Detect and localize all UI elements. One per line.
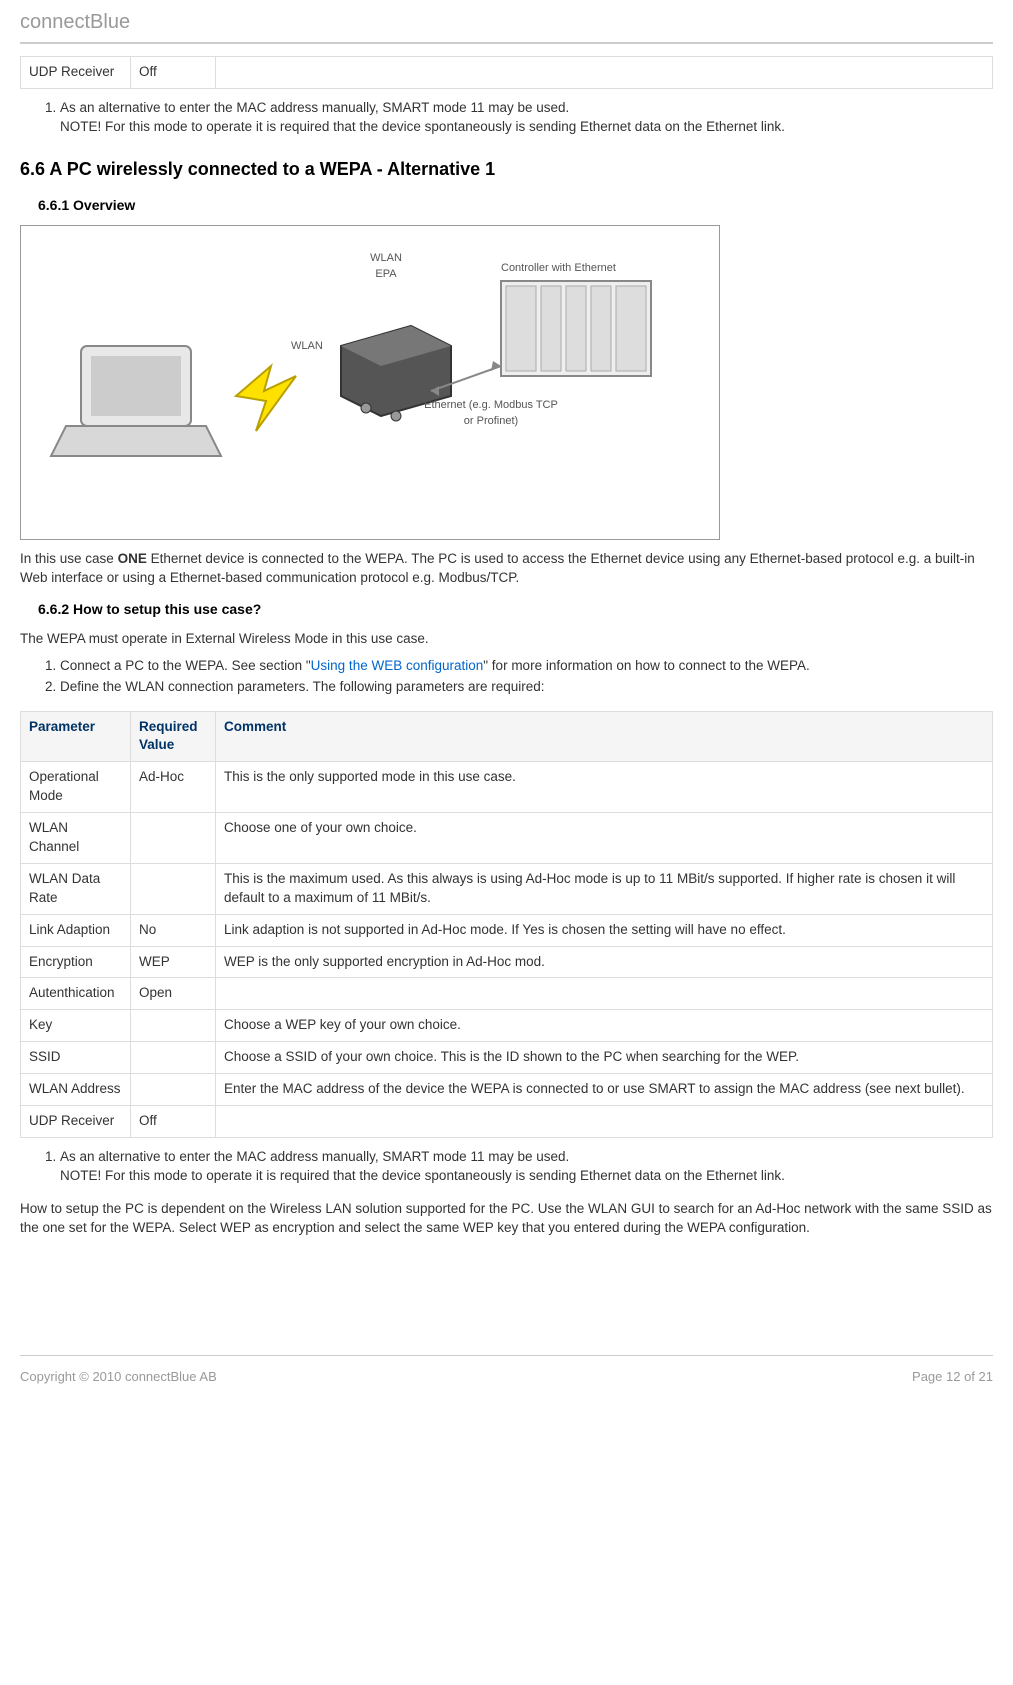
table-row: Operational ModeAd-HocThis is the only s… xyxy=(21,762,993,813)
cell-param: WLAN Address xyxy=(21,1074,131,1106)
cell-comment xyxy=(216,978,993,1010)
cell-req xyxy=(131,1042,216,1074)
overview-bold: ONE xyxy=(118,551,147,566)
pc-setup-text: How to setup the PC is dependent on the … xyxy=(20,1200,993,1238)
cell-req: No xyxy=(131,914,216,946)
overview-pre: In this use case xyxy=(20,551,118,566)
label-controller: Controller with Ethernet xyxy=(501,261,616,276)
list-item: As an alternative to enter the MAC addre… xyxy=(60,1148,993,1186)
cell-req xyxy=(131,1074,216,1106)
table-row: EncryptionWEPWEP is the only supported e… xyxy=(21,946,993,978)
header-comment: Comment xyxy=(216,711,993,762)
howto-intro: The WEPA must operate in External Wirele… xyxy=(20,630,993,649)
label-wlan: WLAN xyxy=(291,339,323,354)
overview-title: 6.6.1 Overview xyxy=(38,196,993,216)
note-list-1: As an alternative to enter the MAC addre… xyxy=(40,99,993,137)
page-header: connectBlue xyxy=(20,0,993,42)
cell-req: Open xyxy=(131,978,216,1010)
cell-req: WEP xyxy=(131,946,216,978)
header-param: Parameter xyxy=(21,711,131,762)
cell-param: WLAN Channel xyxy=(21,813,131,864)
cell-param: Encryption xyxy=(21,946,131,978)
header-divider xyxy=(20,42,993,44)
cell-param: SSID xyxy=(21,1042,131,1074)
list-item: Define the WLAN connection parameters. T… xyxy=(60,678,993,697)
cell-param: WLAN Data Rate xyxy=(21,863,131,914)
howto-steps: Connect a PC to the WEPA. See section "U… xyxy=(40,657,993,697)
cell-comment xyxy=(216,57,993,89)
cell-comment: Enter the MAC address of the device the … xyxy=(216,1074,993,1106)
note-line2: NOTE! For this mode to operate it is req… xyxy=(60,119,785,134)
table-row: SSID Choose a SSID of your own choice. Th… xyxy=(21,1042,993,1074)
overview-diagram: WLAN EPA WLAN Controller with Ethernet E… xyxy=(20,225,720,540)
note-line1: As an alternative to enter the MAC addre… xyxy=(60,100,569,115)
table-row: UDP Receiver Off xyxy=(21,57,993,89)
note-line1: As an alternative to enter the MAC addre… xyxy=(60,1149,569,1164)
cell-comment: Choose a WEP key of your own choice. xyxy=(216,1010,993,1042)
cell-req: Off xyxy=(131,57,216,89)
cell-comment: WEP is the only supported encryption in … xyxy=(216,946,993,978)
header-req: Required Value xyxy=(131,711,216,762)
section-6-6-title: 6.6 A PC wirelessly connected to a WEPA … xyxy=(20,157,993,182)
footer-page: Page 12 of 21 xyxy=(912,1368,993,1386)
cell-req: Ad-Hoc xyxy=(131,762,216,813)
label-wlan-epa: WLAN EPA xyxy=(356,251,416,282)
table-header-row: Parameter Required Value Comment xyxy=(21,711,993,762)
table-row: WLAN Data Rate This is the maximum used. … xyxy=(21,863,993,914)
cell-req xyxy=(131,863,216,914)
step-post: " for more information on how to connect… xyxy=(483,658,809,673)
overview-text: In this use case ONE Ethernet device is … xyxy=(20,550,993,588)
cell-param: UDP Receiver xyxy=(21,57,131,89)
cell-comment xyxy=(216,1105,993,1137)
web-config-link[interactable]: Using the WEB configuration xyxy=(311,658,484,673)
table-row: WLAN Channel Choose one of your own choic… xyxy=(21,813,993,864)
table-row: Key Choose a WEP key of your own choice. xyxy=(21,1010,993,1042)
step-pre: Connect a PC to the WEPA. See section " xyxy=(60,658,311,673)
cell-param: Link Adaption xyxy=(21,914,131,946)
cell-req xyxy=(131,1010,216,1042)
cell-req xyxy=(131,813,216,864)
page-footer: Copyright © 2010 connectBlue AB Page 12 … xyxy=(20,1364,993,1402)
cell-comment: This is the only supported mode in this … xyxy=(216,762,993,813)
cell-req: Off xyxy=(131,1105,216,1137)
label-ethernet: Ethernet (e.g. Modbus TCP or Profinet) xyxy=(416,398,566,429)
note-list-2: As an alternative to enter the MAC addre… xyxy=(40,1148,993,1186)
list-item: As an alternative to enter the MAC addre… xyxy=(60,99,993,137)
cell-comment: Link adaption is not supported in Ad-Hoc… xyxy=(216,914,993,946)
table-row: WLAN Address Enter the MAC address of the… xyxy=(21,1074,993,1106)
table-row: Link AdaptionNoLink adaption is not supp… xyxy=(21,914,993,946)
udp-receiver-table: UDP Receiver Off xyxy=(20,56,993,89)
cell-comment: Choose a SSID of your own choice. This i… xyxy=(216,1042,993,1074)
cell-comment: Choose one of your own choice. xyxy=(216,813,993,864)
parameters-table: Parameter Required Value Comment Operati… xyxy=(20,711,993,1138)
cell-param: UDP Receiver xyxy=(21,1105,131,1137)
table-row: AutenthicationOpen xyxy=(21,978,993,1010)
cell-param: Key xyxy=(21,1010,131,1042)
cell-comment: This is the maximum used. As this always… xyxy=(216,863,993,914)
overview-post: Ethernet device is connected to the WEPA… xyxy=(20,551,975,585)
cell-param: Autenthication xyxy=(21,978,131,1010)
list-item: Connect a PC to the WEPA. See section "U… xyxy=(60,657,993,676)
howto-title: 6.6.2 How to setup this use case? xyxy=(38,600,993,620)
footer-divider xyxy=(20,1355,993,1356)
cell-param: Operational Mode xyxy=(21,762,131,813)
table-row: UDP ReceiverOff xyxy=(21,1105,993,1137)
footer-copyright: Copyright © 2010 connectBlue AB xyxy=(20,1368,217,1386)
note-line2: NOTE! For this mode to operate it is req… xyxy=(60,1168,785,1183)
step-pre: Define the WLAN connection parameters. T… xyxy=(60,679,545,694)
